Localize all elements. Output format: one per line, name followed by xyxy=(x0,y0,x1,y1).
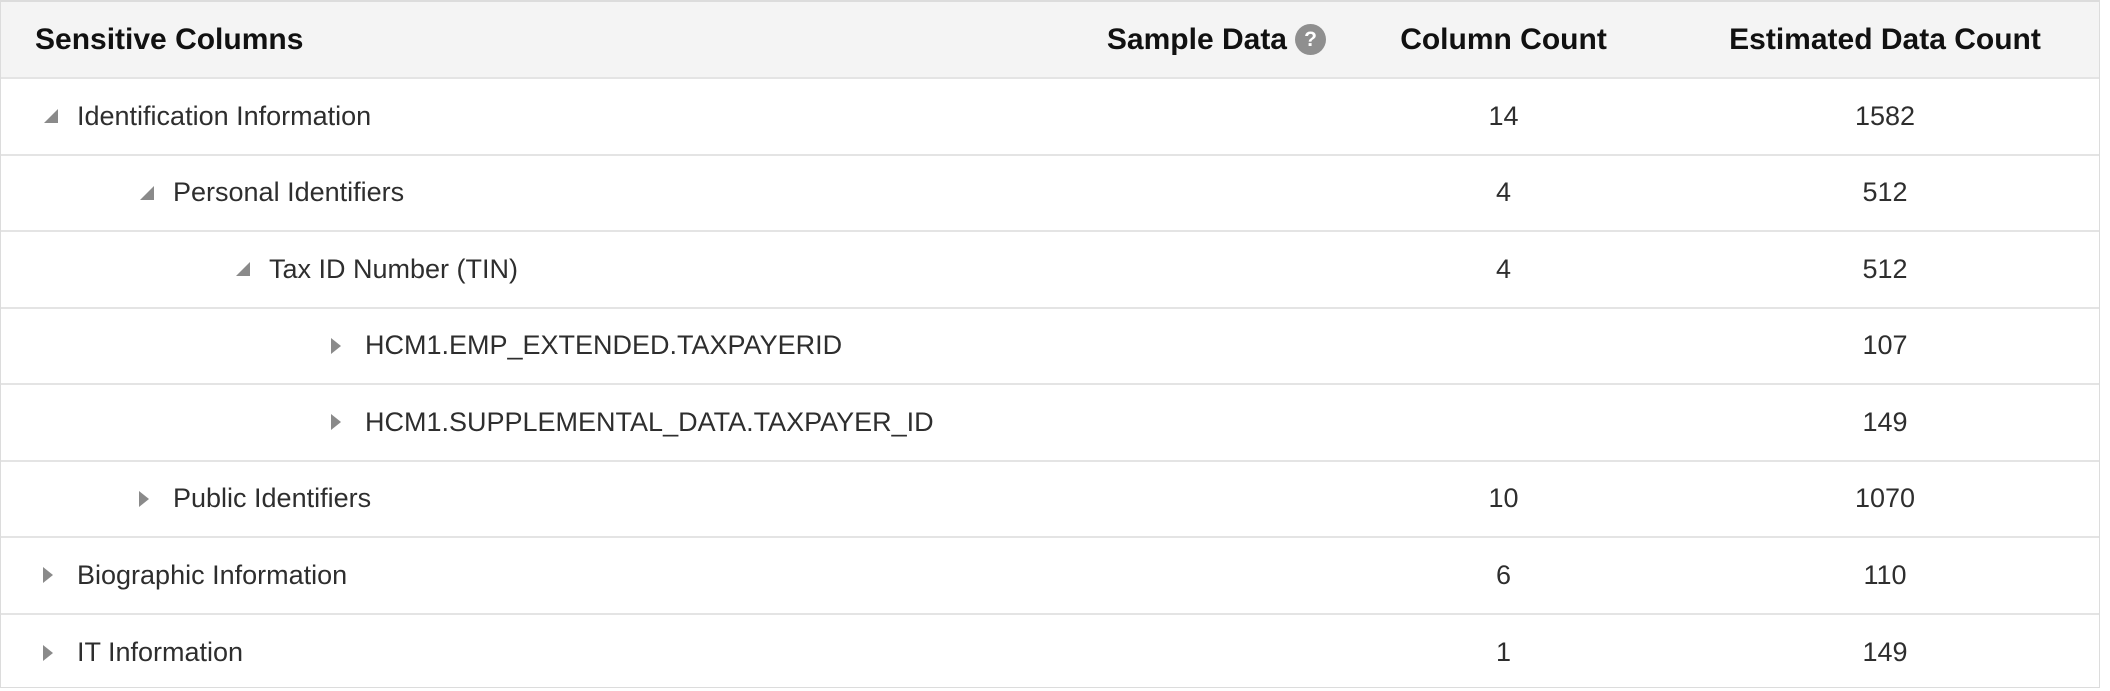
row-column-count: 1 xyxy=(1336,637,1671,668)
row-label: Identification Information xyxy=(77,101,371,132)
header-column-count[interactable]: Column Count xyxy=(1336,23,1671,57)
row-label: IT Information xyxy=(77,637,243,668)
table-row[interactable]: IT Information 1 149 xyxy=(1,615,2099,691)
row-label: Biographic Information xyxy=(77,560,347,591)
sensitive-columns-table: Sensitive Columns Sample Data ? Column C… xyxy=(0,0,2100,688)
row-column-count: 10 xyxy=(1336,483,1671,514)
row-estimated-data-count: 149 xyxy=(1671,637,2099,668)
row-column-count: 14 xyxy=(1336,101,1671,132)
collapse-triangle-icon[interactable] xyxy=(233,260,255,278)
row-label: Public Identifiers xyxy=(173,483,371,514)
row-column-count: 4 xyxy=(1336,177,1671,208)
row-name-cell: IT Information xyxy=(1,637,1061,668)
help-icon[interactable]: ? xyxy=(1295,24,1326,55)
row-estimated-data-count: 1070 xyxy=(1671,483,2099,514)
row-label: Personal Identifiers xyxy=(173,177,404,208)
row-estimated-data-count: 110 xyxy=(1671,560,2099,591)
header-sample-data[interactable]: Sample Data ? xyxy=(1061,23,1336,57)
table-row[interactable]: Tax ID Number (TIN) 4 512 xyxy=(1,232,2099,309)
row-estimated-data-count: 1582 xyxy=(1671,101,2099,132)
collapse-triangle-icon[interactable] xyxy=(137,184,159,202)
table-row[interactable]: Identification Information 14 1582 xyxy=(1,79,2099,156)
expand-triangle-icon[interactable] xyxy=(137,489,159,509)
table-row[interactable]: Public Identifiers 10 1070 xyxy=(1,462,2099,539)
header-estimated-data-count[interactable]: Estimated Data Count xyxy=(1671,23,2099,57)
header-sample-data-label: Sample Data xyxy=(1107,23,1287,57)
table-header: Sensitive Columns Sample Data ? Column C… xyxy=(1,2,2099,79)
expand-triangle-icon[interactable] xyxy=(329,336,351,356)
header-sensitive-columns[interactable]: Sensitive Columns xyxy=(1,23,1061,57)
row-label: HCM1.EMP_EXTENDED.TAXPAYERID xyxy=(365,330,842,361)
expand-triangle-icon[interactable] xyxy=(41,565,63,585)
row-estimated-data-count: 107 xyxy=(1671,330,2099,361)
row-label: HCM1.SUPPLEMENTAL_DATA.TAXPAYER_ID xyxy=(365,407,934,438)
expand-triangle-icon[interactable] xyxy=(329,412,351,432)
row-name-cell: Public Identifiers xyxy=(1,483,1061,514)
table-row[interactable]: Personal Identifiers 4 512 xyxy=(1,156,2099,233)
table-row[interactable]: Biographic Information 6 110 xyxy=(1,538,2099,615)
row-name-cell: Tax ID Number (TIN) xyxy=(1,254,1061,285)
row-name-cell: Biographic Information xyxy=(1,560,1061,591)
row-name-cell: HCM1.EMP_EXTENDED.TAXPAYERID xyxy=(1,330,1061,361)
table-row[interactable]: HCM1.EMP_EXTENDED.TAXPAYERID 107 xyxy=(1,309,2099,386)
row-estimated-data-count: 512 xyxy=(1671,254,2099,285)
row-label: Tax ID Number (TIN) xyxy=(269,254,518,285)
row-estimated-data-count: 149 xyxy=(1671,407,2099,438)
row-name-cell: Identification Information xyxy=(1,101,1061,132)
row-name-cell: HCM1.SUPPLEMENTAL_DATA.TAXPAYER_ID xyxy=(1,407,1061,438)
row-name-cell: Personal Identifiers xyxy=(1,177,1061,208)
collapse-triangle-icon[interactable] xyxy=(41,107,63,125)
row-column-count: 6 xyxy=(1336,560,1671,591)
row-estimated-data-count: 512 xyxy=(1671,177,2099,208)
table-row[interactable]: HCM1.SUPPLEMENTAL_DATA.TAXPAYER_ID 149 xyxy=(1,385,2099,462)
row-column-count: 4 xyxy=(1336,254,1671,285)
expand-triangle-icon[interactable] xyxy=(41,643,63,663)
